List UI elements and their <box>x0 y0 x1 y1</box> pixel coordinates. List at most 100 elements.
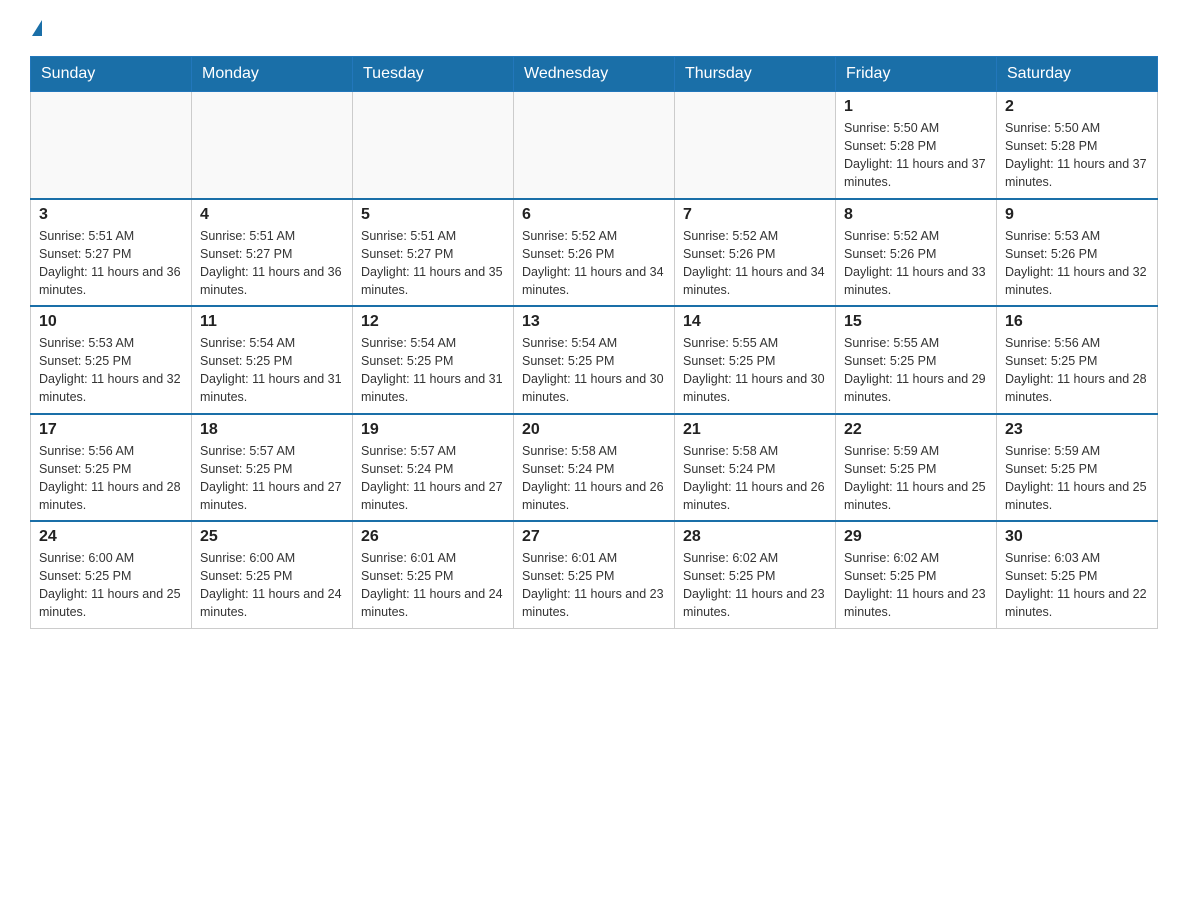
day-info: Sunrise: 5:52 AM Sunset: 5:26 PM Dayligh… <box>522 227 666 300</box>
calendar-cell <box>353 92 514 199</box>
calendar-week-row: 10Sunrise: 5:53 AM Sunset: 5:25 PM Dayli… <box>31 306 1158 414</box>
day-info: Sunrise: 5:51 AM Sunset: 5:27 PM Dayligh… <box>200 227 344 300</box>
day-info: Sunrise: 5:51 AM Sunset: 5:27 PM Dayligh… <box>39 227 183 300</box>
day-info: Sunrise: 5:52 AM Sunset: 5:26 PM Dayligh… <box>844 227 988 300</box>
calendar-cell <box>192 92 353 199</box>
weekday-header-wednesday: Wednesday <box>514 57 675 92</box>
calendar-cell: 13Sunrise: 5:54 AM Sunset: 5:25 PM Dayli… <box>514 306 675 414</box>
calendar-week-row: 3 Sunrise: 5:51 AM Sunset: 5:27 PM Daylig… <box>31 199 1158 307</box>
day-number: 13 <box>522 313 666 331</box>
day-info: Sunrise: 5:55 AM Sunset: 5:25 PM Dayligh… <box>844 334 988 407</box>
day-number: 26 <box>361 528 505 546</box>
calendar-cell: 25 Sunrise: 6:00 AM Sunset: 5:25 PM Dayli… <box>192 521 353 628</box>
day-number: 5 <box>361 206 505 224</box>
day-info: Sunrise: 6:01 AM Sunset: 5:25 PM Dayligh… <box>361 549 505 622</box>
calendar-cell: 30 Sunrise: 6:03 AM Sunset: 5:25 PM Dayli… <box>997 521 1158 628</box>
day-number: 8 <box>844 206 988 224</box>
calendar-cell: 23 Sunrise: 5:59 AM Sunset: 5:25 PM Dayli… <box>997 414 1158 522</box>
day-number: 25 <box>200 528 344 546</box>
day-number: 17 <box>39 421 183 439</box>
calendar-cell: 27 Sunrise: 6:01 AM Sunset: 5:25 PM Dayli… <box>514 521 675 628</box>
day-info: Sunrise: 5:54 AM Sunset: 5:25 PM Dayligh… <box>361 334 505 407</box>
page-header <box>30 20 1158 36</box>
day-info: Sunrise: 6:02 AM Sunset: 5:25 PM Dayligh… <box>844 549 988 622</box>
calendar-cell: 11 Sunrise: 5:54 AM Sunset: 5:25 PM Dayli… <box>192 306 353 414</box>
day-info: Sunrise: 6:02 AM Sunset: 5:25 PM Dayligh… <box>683 549 827 622</box>
day-info: Sunrise: 5:50 AM Sunset: 5:28 PM Dayligh… <box>844 119 988 192</box>
day-info: Sunrise: 5:57 AM Sunset: 5:24 PM Dayligh… <box>361 442 505 515</box>
calendar-cell: 16 Sunrise: 5:56 AM Sunset: 5:25 PM Dayli… <box>997 306 1158 414</box>
day-number: 15 <box>844 313 988 331</box>
day-info: Sunrise: 5:56 AM Sunset: 5:25 PM Dayligh… <box>39 442 183 515</box>
calendar-cell: 29 Sunrise: 6:02 AM Sunset: 5:25 PM Dayli… <box>836 521 997 628</box>
day-info: Sunrise: 5:58 AM Sunset: 5:24 PM Dayligh… <box>683 442 827 515</box>
calendar-cell: 1 Sunrise: 5:50 AM Sunset: 5:28 PM Daylig… <box>836 92 997 199</box>
day-info: Sunrise: 6:01 AM Sunset: 5:25 PM Dayligh… <box>522 549 666 622</box>
calendar-cell: 9 Sunrise: 5:53 AM Sunset: 5:26 PM Daylig… <box>997 199 1158 307</box>
calendar-week-row: 1 Sunrise: 5:50 AM Sunset: 5:28 PM Daylig… <box>31 92 1158 199</box>
calendar-cell: 7 Sunrise: 5:52 AM Sunset: 5:26 PM Daylig… <box>675 199 836 307</box>
day-info: Sunrise: 5:53 AM Sunset: 5:26 PM Dayligh… <box>1005 227 1149 300</box>
calendar-cell: 3 Sunrise: 5:51 AM Sunset: 5:27 PM Daylig… <box>31 199 192 307</box>
day-number: 22 <box>844 421 988 439</box>
day-info: Sunrise: 5:52 AM Sunset: 5:26 PM Dayligh… <box>683 227 827 300</box>
day-number: 30 <box>1005 528 1149 546</box>
calendar-cell: 22Sunrise: 5:59 AM Sunset: 5:25 PM Dayli… <box>836 414 997 522</box>
calendar-week-row: 24Sunrise: 6:00 AM Sunset: 5:25 PM Dayli… <box>31 521 1158 628</box>
calendar-week-row: 17 Sunrise: 5:56 AM Sunset: 5:25 PM Dayli… <box>31 414 1158 522</box>
day-number: 3 <box>39 206 183 224</box>
calendar-cell: 28 Sunrise: 6:02 AM Sunset: 5:25 PM Dayli… <box>675 521 836 628</box>
day-info: Sunrise: 5:57 AM Sunset: 5:25 PM Dayligh… <box>200 442 344 515</box>
day-info: Sunrise: 5:56 AM Sunset: 5:25 PM Dayligh… <box>1005 334 1149 407</box>
calendar-cell: 18 Sunrise: 5:57 AM Sunset: 5:25 PM Dayli… <box>192 414 353 522</box>
weekday-header-friday: Friday <box>836 57 997 92</box>
day-number: 16 <box>1005 313 1149 331</box>
day-number: 11 <box>200 313 344 331</box>
day-number: 28 <box>683 528 827 546</box>
calendar-cell: 5 Sunrise: 5:51 AM Sunset: 5:27 PM Daylig… <box>353 199 514 307</box>
calendar-cell: 20 Sunrise: 5:58 AM Sunset: 5:24 PM Dayli… <box>514 414 675 522</box>
weekday-header-tuesday: Tuesday <box>353 57 514 92</box>
day-number: 27 <box>522 528 666 546</box>
day-info: Sunrise: 5:50 AM Sunset: 5:28 PM Dayligh… <box>1005 119 1149 192</box>
calendar-cell: 15 Sunrise: 5:55 AM Sunset: 5:25 PM Dayli… <box>836 306 997 414</box>
calendar-cell <box>675 92 836 199</box>
calendar-table: SundayMondayTuesdayWednesdayThursdayFrid… <box>30 56 1158 629</box>
day-number: 2 <box>1005 98 1149 116</box>
day-info: Sunrise: 5:55 AM Sunset: 5:25 PM Dayligh… <box>683 334 827 407</box>
weekday-header-sunday: Sunday <box>31 57 192 92</box>
calendar-cell: 4Sunrise: 5:51 AM Sunset: 5:27 PM Daylig… <box>192 199 353 307</box>
day-info: Sunrise: 5:59 AM Sunset: 5:25 PM Dayligh… <box>1005 442 1149 515</box>
day-number: 7 <box>683 206 827 224</box>
calendar-cell <box>31 92 192 199</box>
day-number: 29 <box>844 528 988 546</box>
day-info: Sunrise: 5:54 AM Sunset: 5:25 PM Dayligh… <box>200 334 344 407</box>
day-number: 19 <box>361 421 505 439</box>
day-info: Sunrise: 5:51 AM Sunset: 5:27 PM Dayligh… <box>361 227 505 300</box>
weekday-header-monday: Monday <box>192 57 353 92</box>
day-number: 9 <box>1005 206 1149 224</box>
day-number: 1 <box>844 98 988 116</box>
day-info: Sunrise: 6:03 AM Sunset: 5:25 PM Dayligh… <box>1005 549 1149 622</box>
calendar-cell: 21 Sunrise: 5:58 AM Sunset: 5:24 PM Dayli… <box>675 414 836 522</box>
calendar-cell: 17 Sunrise: 5:56 AM Sunset: 5:25 PM Dayli… <box>31 414 192 522</box>
calendar-cell: 12 Sunrise: 5:54 AM Sunset: 5:25 PM Dayli… <box>353 306 514 414</box>
calendar-header-row: SundayMondayTuesdayWednesdayThursdayFrid… <box>31 57 1158 92</box>
day-info: Sunrise: 5:53 AM Sunset: 5:25 PM Dayligh… <box>39 334 183 407</box>
day-number: 14 <box>683 313 827 331</box>
day-info: Sunrise: 6:00 AM Sunset: 5:25 PM Dayligh… <box>200 549 344 622</box>
logo <box>30 20 42 36</box>
weekday-header-thursday: Thursday <box>675 57 836 92</box>
day-number: 12 <box>361 313 505 331</box>
day-info: Sunrise: 5:58 AM Sunset: 5:24 PM Dayligh… <box>522 442 666 515</box>
day-number: 18 <box>200 421 344 439</box>
day-number: 21 <box>683 421 827 439</box>
day-number: 23 <box>1005 421 1149 439</box>
day-number: 20 <box>522 421 666 439</box>
calendar-cell: 2 Sunrise: 5:50 AM Sunset: 5:28 PM Daylig… <box>997 92 1158 199</box>
weekday-header-saturday: Saturday <box>997 57 1158 92</box>
calendar-cell: 24Sunrise: 6:00 AM Sunset: 5:25 PM Dayli… <box>31 521 192 628</box>
calendar-cell: 19 Sunrise: 5:57 AM Sunset: 5:24 PM Dayli… <box>353 414 514 522</box>
day-info: Sunrise: 6:00 AM Sunset: 5:25 PM Dayligh… <box>39 549 183 622</box>
calendar-cell: 8 Sunrise: 5:52 AM Sunset: 5:26 PM Daylig… <box>836 199 997 307</box>
